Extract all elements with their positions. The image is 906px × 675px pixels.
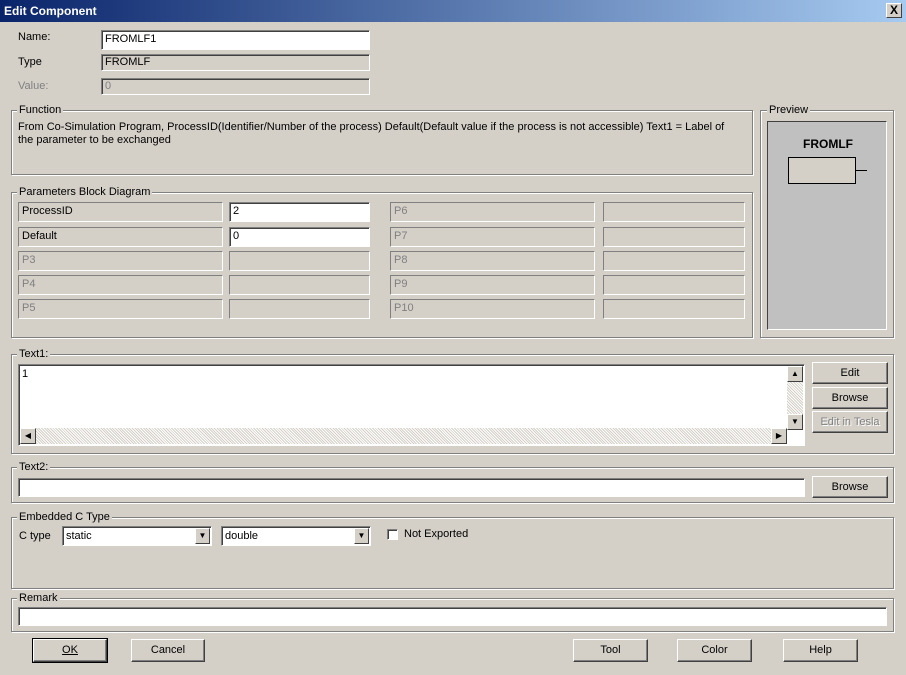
text1-legend: Text1: xyxy=(17,348,51,360)
text1-browse-button[interactable]: Browse xyxy=(812,387,888,409)
type-field: FROMLF xyxy=(101,54,370,71)
text2-input[interactable] xyxy=(18,478,805,497)
param-input-p7 xyxy=(603,227,745,247)
name-input[interactable]: FROMLF1 xyxy=(101,30,370,50)
window-title: Edit Component xyxy=(4,4,97,18)
not-exported-checkbox[interactable] xyxy=(387,529,398,540)
preview-legend: Preview xyxy=(767,104,811,116)
param-label-p8: P8 xyxy=(390,251,595,271)
preview-canvas: FROMLF xyxy=(767,121,887,330)
remark-legend: Remark xyxy=(17,592,60,604)
text1-hscroll-track[interactable] xyxy=(20,428,787,444)
storage-class-select[interactable]: static ▼ xyxy=(62,526,212,546)
remark-input[interactable] xyxy=(18,607,887,626)
param-label-p7: P7 xyxy=(390,227,595,247)
preview-block xyxy=(788,157,856,184)
preview-block-title: FROMLF xyxy=(803,137,853,151)
param-input-processid[interactable]: 2 xyxy=(229,202,370,222)
param-label-processid: ProcessID xyxy=(18,202,223,222)
parameters-legend: Parameters Block Diagram xyxy=(17,186,153,198)
not-exported-label: Not Exported xyxy=(404,528,469,540)
cancel-label: Cancel xyxy=(150,644,186,656)
embedded-c-type-legend: Embedded C Type xyxy=(17,511,112,523)
ctype-label: C type xyxy=(19,530,51,542)
param-input-p4 xyxy=(229,275,370,295)
cancel-button[interactable]: Cancel xyxy=(131,639,205,662)
text1-edit-button[interactable]: Edit xyxy=(812,362,888,384)
title-bar: Edit Component X xyxy=(0,0,906,22)
param-input-p5 xyxy=(229,299,370,319)
tool-button[interactable]: Tool xyxy=(573,639,648,662)
ok-button[interactable]: OK xyxy=(32,638,108,663)
ok-label: OK xyxy=(62,644,78,656)
scroll-right-icon[interactable]: ▶ xyxy=(771,428,787,444)
storage-class-value: static xyxy=(66,530,92,542)
color-label: Color xyxy=(701,644,728,656)
value-label: Value: xyxy=(18,80,49,92)
help-label: Help xyxy=(809,644,832,656)
function-legend: Function xyxy=(17,104,64,116)
text2-legend: Text2: xyxy=(17,461,51,473)
color-button[interactable]: Color xyxy=(677,639,752,662)
data-type-value: double xyxy=(225,530,259,542)
param-label-p3: P3 xyxy=(18,251,223,271)
help-button[interactable]: Help xyxy=(783,639,858,662)
param-label-p10: P10 xyxy=(390,299,595,319)
text2-browse-button[interactable]: Browse xyxy=(812,476,888,498)
param-input-p8 xyxy=(603,251,745,271)
preview-block-output-pin xyxy=(856,170,867,171)
param-input-p3 xyxy=(229,251,370,271)
param-input-default[interactable]: 0 xyxy=(229,227,370,247)
param-label-p4: P4 xyxy=(18,275,223,295)
type-label: Type xyxy=(18,56,42,68)
tool-label: Tool xyxy=(600,644,621,656)
param-label-default: Default xyxy=(18,227,223,247)
text1-value: 1 xyxy=(22,368,29,380)
param-input-p10 xyxy=(603,299,745,319)
param-input-p9 xyxy=(603,275,745,295)
param-label-p9: P9 xyxy=(390,275,595,295)
close-button[interactable]: X xyxy=(886,3,902,18)
value-field: 0 xyxy=(101,78,370,95)
scroll-left-icon[interactable]: ◀ xyxy=(20,428,36,444)
edit-in-tesla-button[interactable]: Edit in Tesla xyxy=(812,411,888,433)
data-type-select[interactable]: double ▼ xyxy=(221,526,371,546)
name-label: Name: xyxy=(18,31,51,43)
text1-textarea[interactable]: 1 ▲ ▼ ◀ ▶ xyxy=(18,364,805,446)
function-description: From Co-Simulation Program, ProcessID(Id… xyxy=(18,121,725,146)
scroll-down-icon[interactable]: ▼ xyxy=(787,414,803,430)
param-label-p6: P6 xyxy=(390,202,595,222)
param-input-p6 xyxy=(603,202,745,222)
param-label-p5: P5 xyxy=(18,299,223,319)
chevron-down-icon[interactable]: ▼ xyxy=(354,528,369,544)
chevron-down-icon[interactable]: ▼ xyxy=(195,528,210,544)
scroll-up-icon[interactable]: ▲ xyxy=(787,366,803,382)
